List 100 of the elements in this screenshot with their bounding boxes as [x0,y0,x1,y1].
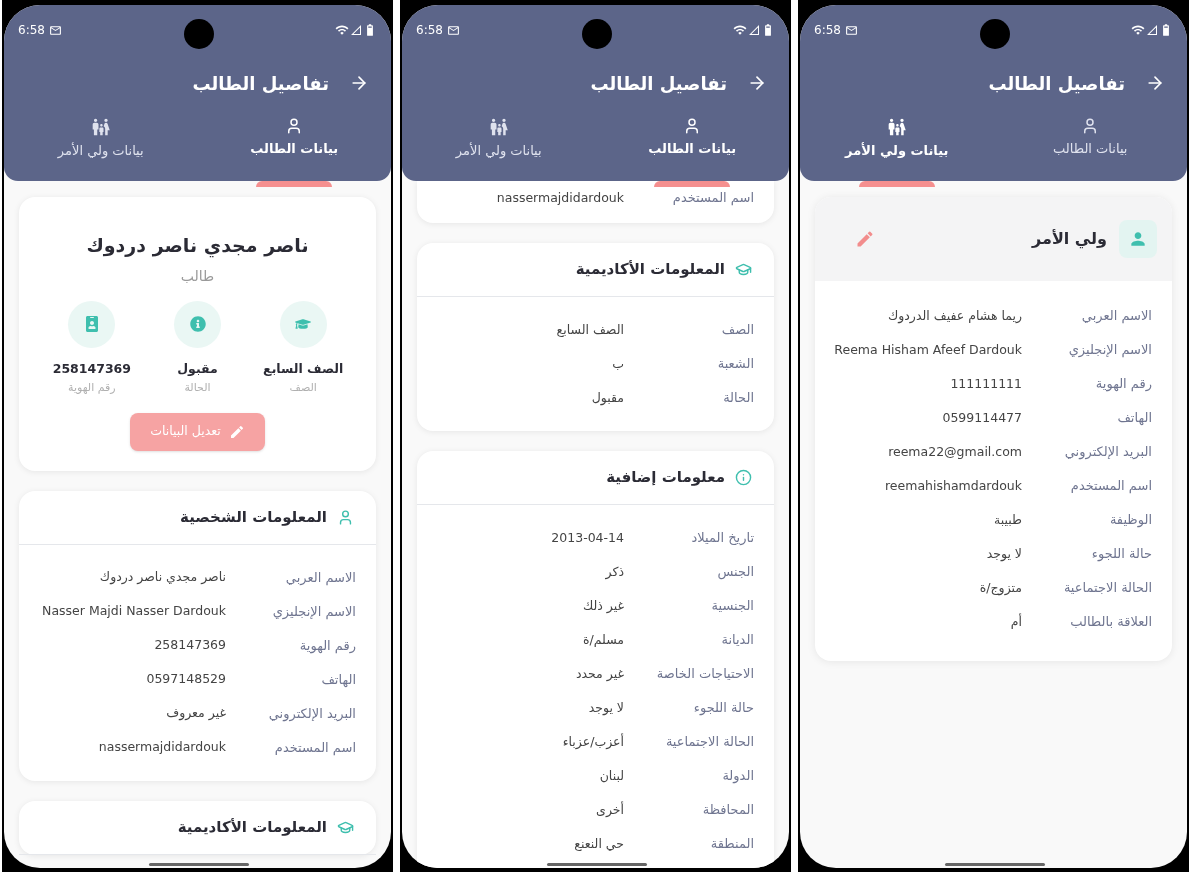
card-title: ولي الأمر [1030,228,1107,251]
field-label: الحالة الاجتماعية [1062,579,1152,598]
pencil-icon [228,423,245,440]
field-label: المحافظة [701,801,754,820]
field-label: اسم المستخدم [671,189,754,208]
tab[interactable]: بيانات الطالب [640,111,745,159]
field-value: nassermajdidardouk [496,188,624,207]
stat-value: الصف السابع [263,359,344,378]
field-value: ريما هشام عفيف الدردوك [887,306,1022,326]
stat-label: الصف [289,380,317,397]
signal-icon [1146,24,1158,36]
tab[interactable]: بيانات ولي الأمر [447,111,550,161]
stat-value: 258147369 [52,359,131,378]
field-value: أم [1010,612,1022,631]
field-value: 258147369 [154,636,226,655]
field-label: رقم الهوية [298,637,356,656]
family-icon [488,117,509,137]
field-label: الاسم العربي [1080,307,1152,326]
mail-icon [446,23,460,37]
field-value: Reema Hisham Afeef Dardouk [834,340,1022,359]
card-title: المعلومات الأكاديمية [575,259,725,281]
field-label: الهاتف [1116,409,1152,428]
tab[interactable]: بيانات الطالب [1045,111,1136,159]
field-label: البريد الإلكتروني [267,705,356,724]
wifi-icon [1131,23,1145,37]
field-label: الجنس [716,563,754,582]
student-role: طالب [180,266,215,286]
field-value: لبنان [599,766,624,785]
card-title: المعلومات الأكاديمية [177,817,327,838]
tab[interactable]: بيانات ولي الأمر [837,111,957,161]
field-value: reemahishamdardouk [885,476,1022,495]
field-value: مسلم/ة [582,630,624,649]
field-label: الحالة الاجتماعية [664,733,754,752]
field-label: رقم الهوية [1094,375,1152,394]
field-value: nassermajdidardouk [98,738,226,757]
field-value: 111111111 [950,374,1022,393]
field-value: 2013-04-14 [551,528,624,547]
tab[interactable]: بيانات الطالب [242,111,347,159]
camera-hole [980,19,1010,49]
field-label: الاسم الإنجليزي [271,603,356,622]
field-label: الصف [720,321,754,340]
wifi-icon [335,23,349,37]
field-value: الصف السابع [556,320,624,339]
field-value: غير محدد [575,664,624,684]
mail-icon [844,23,858,37]
field-label: الشعبة [716,355,754,374]
field-value: غير معروف [166,704,226,723]
status-time: 6:58 [814,22,841,39]
field-label: العلاقة بالطالب [1069,613,1152,632]
page-title: تفاصيل الطالب [192,71,329,96]
card-title: المعلومات الشخصية [180,507,327,528]
signal-icon [350,24,362,36]
field-label: الديانة [720,631,754,650]
page-title: تفاصيل الطالب [988,71,1125,96]
field-label: الحالة [722,389,754,408]
field-label: الدولة [721,767,754,786]
graduation-cap-icon [735,261,752,278]
signal-icon [748,24,760,36]
field-label: الاسم العربي [284,569,356,588]
field-value: Nasser Majdi Nasser Dardouk [42,602,226,621]
field-value: لا يوجد [986,544,1022,564]
field-value: ب [612,354,624,373]
field-value: 0597148529 [146,670,226,689]
camera-hole [184,19,214,49]
family-icon [90,117,111,137]
person-icon [337,508,354,526]
field-label: المنطقة [709,835,754,854]
stat-label: الحالة [184,380,211,397]
tab[interactable]: بيانات ولي الأمر [49,111,152,161]
field-value: طبيبة [994,510,1022,529]
field-label: الجنسية [710,597,754,616]
graduation-cap-icon [295,316,312,332]
info-icon [735,469,752,486]
field-label: الهاتف [320,671,356,689]
field-value: لا يوجد [588,698,624,718]
field-value: reema22@gmail.com [888,442,1022,461]
field-label: اسم المستخدم [273,739,356,758]
field-label: الاحتياجات الخاصة [655,665,754,684]
stat-value: مقبول [177,359,218,378]
status-time: 6:58 [416,22,443,39]
stat-label: رقم الهوية [68,380,116,397]
info-icon [189,316,206,332]
student-name: ناصر مجدي ناصر دردوك [86,233,309,260]
field-value: غير ذلك [582,596,624,616]
field-value: مقبول [591,388,624,408]
field-label: حالة اللجوء [1090,545,1152,564]
field-label: تاريخ الميلاد [690,529,754,548]
field-label: حالة اللجوء [692,699,754,718]
page-title: تفاصيل الطالب [590,71,727,96]
wifi-icon [733,23,747,37]
card-title: معلومات إضافية [606,467,725,489]
field-value: ذكر [605,562,624,582]
camera-hole [582,19,612,49]
field-value: حي النعنع [574,834,624,853]
family-icon [886,117,907,137]
id-badge-icon [83,316,100,332]
field-value: أخرى [596,800,624,819]
field-value: 0599114477 [942,408,1022,427]
field-label: الوظيفة [1108,511,1152,530]
status-time: 6:58 [18,22,45,39]
